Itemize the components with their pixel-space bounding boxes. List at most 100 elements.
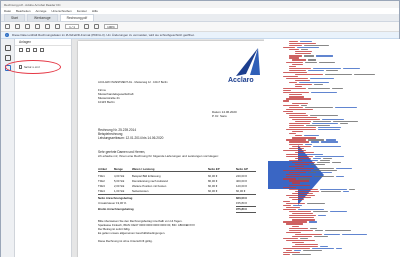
xml-text-line <box>321 190 341 192</box>
tab-document[interactable]: Rechnung.pdf <box>59 14 95 21</box>
menu-item-fenster[interactable]: Fenster <box>77 9 87 13</box>
xml-text-line <box>307 88 330 90</box>
xml-text-line <box>289 159 302 162</box>
table-divider <box>98 171 256 172</box>
xml-text-line <box>289 180 310 182</box>
xml-text-line <box>331 161 341 164</box>
xml-text-line <box>292 246 319 248</box>
xml-text-line <box>286 61 304 63</box>
xml-text-line <box>292 198 304 201</box>
tab-start[interactable]: Start <box>4 14 25 21</box>
xml-text-line <box>349 188 356 190</box>
bookmark-icon[interactable] <box>5 55 11 61</box>
menu-item-anzeige[interactable]: Anzeige <box>36 9 47 13</box>
xml-text-line <box>336 176 344 178</box>
info-icon: i <box>5 33 9 37</box>
xml-text-line <box>332 120 358 123</box>
print-icon[interactable] <box>15 24 20 29</box>
page-up-icon[interactable] <box>45 24 50 29</box>
cell: 1,00 Stk <box>114 189 125 193</box>
xml-text-line <box>335 106 357 108</box>
xml-text-line <box>302 250 323 252</box>
xml-text-line <box>295 53 312 55</box>
xml-text-line <box>317 172 332 174</box>
xml-text-line <box>309 221 317 223</box>
xml-text-line <box>292 182 301 184</box>
search-icon[interactable] <box>35 24 40 29</box>
menu-item-unterschreiben[interactable]: Unterschreiben <box>51 9 71 13</box>
sum-value: 820,00 € <box>236 196 247 200</box>
vat-label: Umsatzsteuer 19,00 % <box>98 201 127 205</box>
menu-item-hilfe[interactable]: Hilfe <box>92 9 98 13</box>
xml-text-line <box>308 139 324 141</box>
open-attachment-icon[interactable] <box>19 47 23 52</box>
xml-text-line <box>320 141 339 143</box>
xml-text-line <box>315 55 333 57</box>
xml-text-line <box>289 172 306 174</box>
xml-text-line <box>341 233 367 235</box>
xml-text-line <box>286 174 301 176</box>
xml-text-line <box>309 114 338 116</box>
cell: 120,00 € <box>236 184 247 188</box>
xml-text-line <box>299 153 324 155</box>
xml-text-line <box>300 237 309 239</box>
xml-text-line <box>289 215 316 217</box>
cell: 2,00 Stk <box>114 184 125 188</box>
xml-text-line <box>292 213 313 215</box>
xml-text-line <box>283 75 298 78</box>
page-number-field[interactable]: 1 / 1 <box>65 24 79 29</box>
xml-text-line <box>298 209 325 211</box>
xml-text-line <box>306 125 331 127</box>
xml-text-line <box>315 155 345 157</box>
tab-werkzeuge[interactable]: Werkzeuge <box>26 14 58 21</box>
xml-text-line <box>286 223 303 225</box>
email-icon[interactable] <box>25 24 30 29</box>
xml-text-line <box>314 84 324 86</box>
page-thumbnails-icon[interactable] <box>5 45 11 51</box>
tab-bar: Start Werkzeuge Rechnung.pdf <box>1 14 399 22</box>
xml-text-line <box>289 67 311 69</box>
app-window: Rechnung.pdf - Adobe Acrobat Reader DC D… <box>0 0 400 257</box>
menu-item-datei[interactable]: Datei <box>4 9 11 13</box>
xml-text-line <box>286 153 298 155</box>
save-icon[interactable] <box>5 24 10 29</box>
xml-text-line <box>313 170 338 172</box>
cell: 400,00 € <box>236 179 247 183</box>
zoom-out-icon[interactable] <box>84 24 89 29</box>
sum-label: Netto Anrechnungsbetrag <box>98 196 133 200</box>
cell: Dienstleistung nach Aufwand <box>132 179 168 183</box>
xml-text-line <box>283 100 290 102</box>
xml-text-line <box>289 211 312 213</box>
zoom-field[interactable]: 100% <box>104 24 118 29</box>
xml-text-line <box>283 47 295 49</box>
cell: T0H1 <box>98 174 105 178</box>
xml-text-line <box>326 69 339 71</box>
xml-text-line <box>318 61 335 63</box>
xml-text-line <box>306 202 326 205</box>
xml-text-line <box>353 73 376 75</box>
xml-text-line <box>289 65 297 67</box>
xml-text-line <box>311 164 326 166</box>
zoom-in-icon[interactable] <box>94 24 99 29</box>
save-attachment-icon[interactable] <box>26 47 30 52</box>
menu-item-bearbeiten[interactable]: Bearbeiten <box>16 9 31 13</box>
pdf-page: Acclaro ACCLARO INVESTMENT AG · Musterwe… <box>78 41 265 257</box>
xml-text-line <box>292 161 315 164</box>
xml-text-line <box>283 178 297 180</box>
xml-text-line <box>283 88 306 90</box>
page-down-icon[interactable] <box>55 24 60 29</box>
xml-text-line <box>325 73 352 75</box>
xml-text-line <box>343 67 360 69</box>
xml-text-line <box>320 159 330 162</box>
xml-text-line <box>301 49 309 51</box>
xml-text-line <box>292 192 314 194</box>
add-attachment-icon[interactable] <box>33 47 37 52</box>
delete-attachment-icon[interactable] <box>40 47 44 52</box>
invoice-period: Leistungszeitraum: 12.01.2014 bis 14.06.… <box>98 136 164 140</box>
window-title: Rechnung.pdf - Adobe Acrobat Reader DC <box>4 2 61 7</box>
xml-text-line <box>289 69 306 71</box>
xml-text-line <box>320 188 348 190</box>
xml-text-line <box>283 71 308 73</box>
xml-text-line <box>289 166 305 168</box>
xml-text-line <box>283 252 301 254</box>
